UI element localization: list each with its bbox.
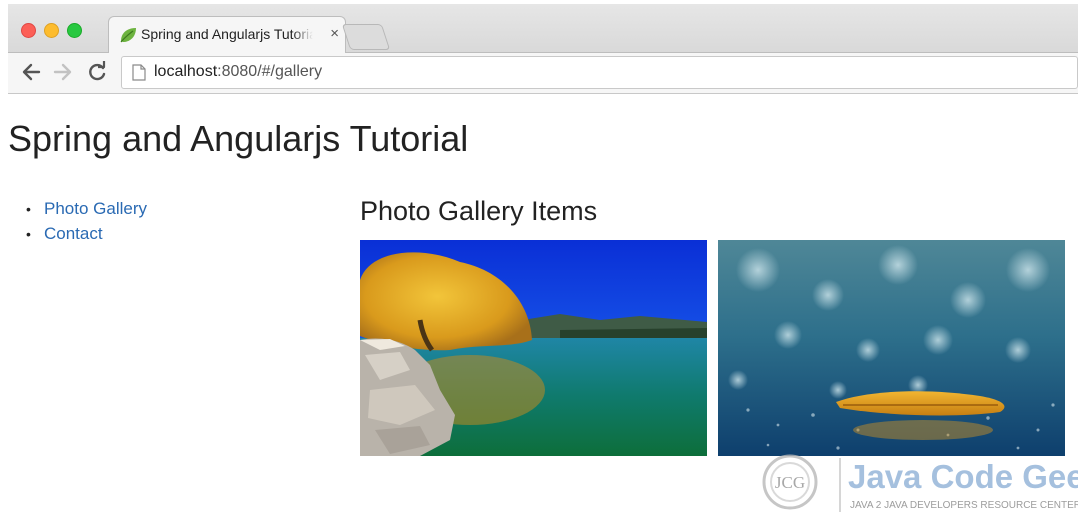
list-bullet: • (26, 201, 31, 217)
window-controls (21, 23, 82, 38)
watermark-tagline: JAVA 2 JAVA DEVELOPERS RESOURCE CENTER (850, 500, 1078, 511)
gallery-photo-rain-leaf[interactable] (718, 240, 1065, 456)
page-icon (132, 64, 146, 81)
leaf-favicon-icon (120, 28, 136, 43)
jcg-logo-letters: JCG (775, 473, 805, 492)
nav-item-photo-gallery: • Photo Gallery (26, 198, 147, 223)
tab-strip: Spring and Angularjs Tutorial × (8, 4, 1078, 54)
site-nav: • Photo Gallery • Contact (26, 198, 147, 248)
browser-chrome: Spring and Angularjs Tutorial × localhos… (8, 4, 1078, 94)
url-host: localhost (154, 63, 218, 80)
reload-icon[interactable] (86, 61, 108, 83)
watermark-brand: Java Code Geeks (848, 458, 1078, 495)
nav-item-contact: • Contact (26, 223, 147, 248)
back-arrow-icon[interactable] (20, 61, 42, 83)
page-title: Spring and Angularjs Tutorial (8, 118, 469, 159)
browser-toolbar: localhost:8080/#/gallery (8, 53, 1078, 94)
gallery-photo-lake-willow[interactable] (360, 240, 707, 456)
tab-title: Spring and Angularjs Tutorial (141, 26, 313, 42)
list-bullet: • (26, 226, 31, 242)
new-tab-button[interactable] (341, 24, 391, 50)
browser-tab-active[interactable]: Spring and Angularjs Tutorial × (108, 16, 346, 54)
forward-arrow-icon[interactable] (52, 61, 74, 83)
contact-link[interactable]: Contact (44, 224, 103, 243)
jcg-logo-icon: JCG (762, 454, 818, 510)
gallery-heading: Photo Gallery Items (360, 196, 598, 226)
photo-gallery-link[interactable]: Photo Gallery (44, 199, 147, 218)
address-bar[interactable]: localhost:8080/#/gallery (121, 56, 1078, 89)
java-code-geeks-watermark: JCG Java Code Geeks JAVA 2 JAVA DEVELOPE… (762, 454, 1078, 512)
close-window-button[interactable] (21, 23, 36, 38)
url-text: localhost:8080/#/gallery (154, 63, 322, 81)
zoom-window-button[interactable] (67, 23, 82, 38)
url-path: :8080/#/gallery (217, 63, 323, 80)
tab-close-button[interactable]: × (330, 25, 339, 43)
minimize-window-button[interactable] (44, 23, 59, 38)
